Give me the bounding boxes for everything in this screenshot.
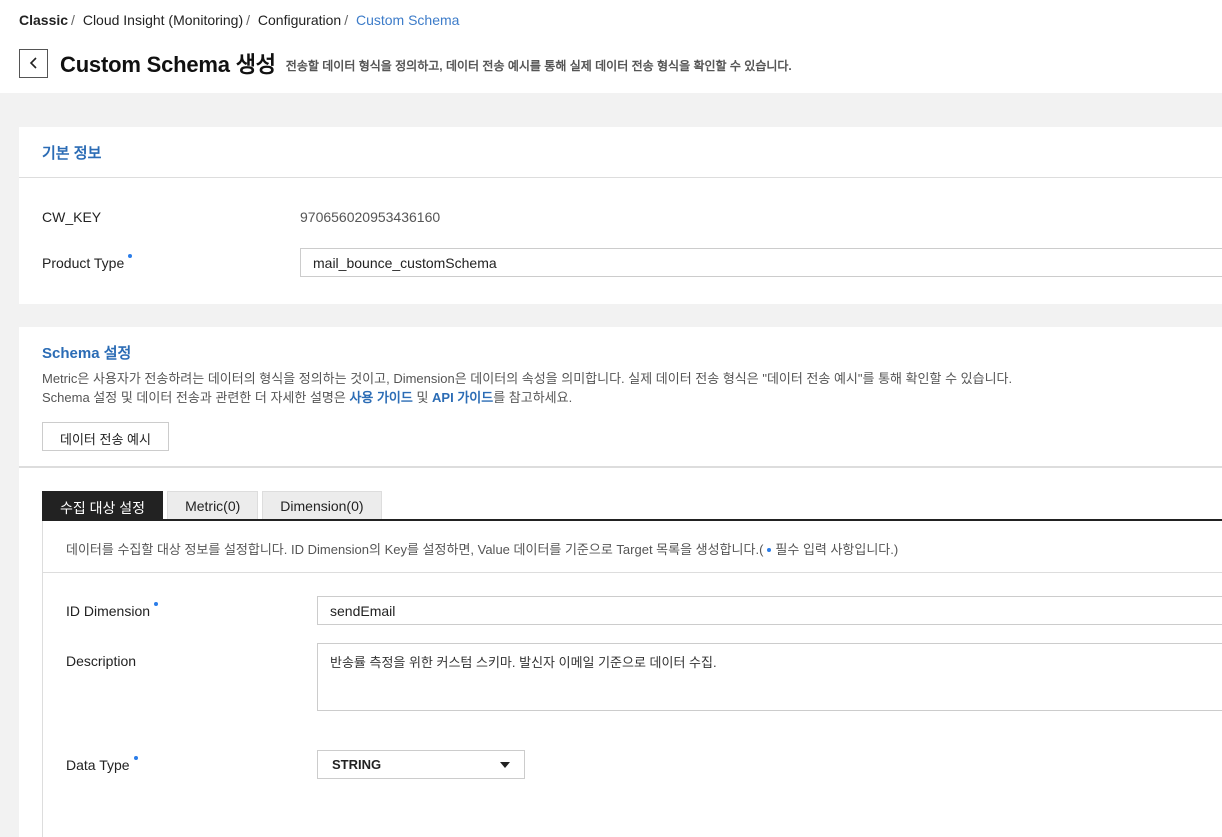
- required-dot-icon: [133, 755, 138, 760]
- data-type-row: Data Type STRING: [66, 750, 1222, 779]
- schema-section: Schema 설정 Metric은 사용자가 전송하려는 데이터의 형식을 정의…: [19, 327, 1222, 837]
- cw-key-label: CW_KEY: [42, 209, 102, 225]
- breadcrumb-separator: /: [71, 12, 75, 28]
- required-dot-icon: [767, 547, 772, 552]
- product-type-input[interactable]: mail_bounce_customSchema: [300, 248, 1222, 277]
- panel-desc-pre: 데이터를 수집할 대상 정보를 설정합니다. ID Dimension의 Key…: [66, 542, 764, 557]
- chevron-left-icon: [29, 57, 37, 69]
- tab-metric[interactable]: Metric(0): [167, 491, 259, 519]
- description-row: Description 반송률 측정을 위한 커스텀 스키마. 발신자 이메일 …: [66, 643, 1222, 711]
- api-guide-link[interactable]: API 가이드: [432, 390, 493, 405]
- page-header: Classic / Cloud Insight (Monitoring) / Con…: [0, 0, 1222, 93]
- id-dimension-label-text: ID Dimension: [66, 602, 151, 619]
- schema-desc-line2-pre: Schema 설정 및 데이터 전송과 관련한 더 자세한 설명은: [42, 390, 350, 405]
- breadcrumb-root[interactable]: Classic: [19, 12, 68, 28]
- breadcrumb-current: Custom Schema: [355, 12, 460, 28]
- description-textarea[interactable]: 반송률 측정을 위한 커스텀 스키마. 발신자 이메일 기준으로 데이터 수집.: [317, 643, 1222, 711]
- basic-info-header: 기본 정보: [19, 127, 1222, 178]
- breadcrumb-separator: /: [344, 12, 349, 28]
- product-type-label: Product Type: [42, 253, 300, 271]
- breadcrumb-item-cloud-insight[interactable]: Cloud Insight (Monitoring): [83, 12, 243, 28]
- page-title: Custom Schema 생성: [60, 52, 276, 77]
- tab-collection-target[interactable]: 수집 대상 설정: [42, 491, 164, 519]
- schema-desc-and: 및: [412, 390, 433, 405]
- product-type-row: Product Type mail_bounce_customSchema: [42, 248, 1222, 277]
- id-dimension-input[interactable]: sendEmail: [317, 596, 1222, 625]
- product-type-label-text: Product Type: [42, 254, 125, 271]
- breadcrumb: Classic / Cloud Insight (Monitoring) / Con…: [19, 0, 1222, 36]
- schema-desc-line2-post: 를 참고하세요.: [493, 390, 573, 405]
- schema-desc-line1: Metric은 사용자가 전송하려는 데이터의 형식을 정의하는 것이고, Di…: [42, 371, 1013, 386]
- data-type-select[interactable]: STRING: [317, 750, 525, 779]
- panel-description: 데이터를 수집할 대상 정보를 설정합니다. ID Dimension의 Key…: [43, 521, 1222, 573]
- data-type-selected-value: STRING: [332, 757, 382, 772]
- breadcrumb-separator: /: [246, 12, 251, 28]
- cw-key-row: CW_KEY 970656020953436160: [42, 209, 1222, 225]
- cw-key-value: 970656020953436160: [300, 209, 441, 225]
- schema-header: Schema 설정 Metric은 사용자가 전송하려는 데이터의 형식을 정의…: [19, 327, 1222, 468]
- schema-description: Metric은 사용자가 전송하려는 데이터의 형식을 정의하는 것이고, Di…: [42, 369, 1222, 407]
- required-dot-icon: [154, 601, 159, 606]
- data-type-label: Data Type: [66, 755, 317, 773]
- title-row: Custom Schema 생성 전송할 데이터 형식을 정의하고, 데이터 전…: [19, 47, 1222, 79]
- panel-desc-post: 필수 입력 사항입니다.): [775, 542, 899, 557]
- schema-desc-line2: Schema 설정 및 데이터 전송과 관련한 더 자세한 설명은 사용 가이드…: [42, 388, 1222, 407]
- basic-info-title: 기본 정보: [42, 145, 102, 162]
- collection-target-panel: 데이터를 수집할 대상 정보를 설정합니다. ID Dimension의 Key…: [42, 521, 1222, 837]
- breadcrumb-item-configuration[interactable]: Configuration: [258, 12, 341, 28]
- required-dot-icon: [128, 253, 133, 258]
- usage-guide-link[interactable]: 사용 가이드: [349, 390, 412, 405]
- data-type-label-text: Data Type: [66, 756, 130, 773]
- basic-info-section: 기본 정보 CW_KEY 970656020953436160 Product …: [19, 127, 1222, 304]
- id-dimension-label: ID Dimension: [66, 601, 317, 619]
- schema-tabs: 수집 대상 설정 Metric(0) Dimension(0): [42, 491, 1222, 521]
- page-description: 전송할 데이터 형식을 정의하고, 데이터 전송 예시를 통해 실제 데이터 전…: [285, 58, 792, 73]
- caret-down-icon: [500, 761, 510, 768]
- schema-title: Schema 설정: [42, 345, 132, 362]
- back-button[interactable]: [19, 48, 48, 78]
- description-label: Description: [66, 653, 137, 669]
- data-send-example-button[interactable]: 데이터 전송 예시: [42, 422, 169, 451]
- id-dimension-row: ID Dimension sendEmail: [66, 596, 1222, 625]
- tab-dimension[interactable]: Dimension(0): [262, 491, 382, 519]
